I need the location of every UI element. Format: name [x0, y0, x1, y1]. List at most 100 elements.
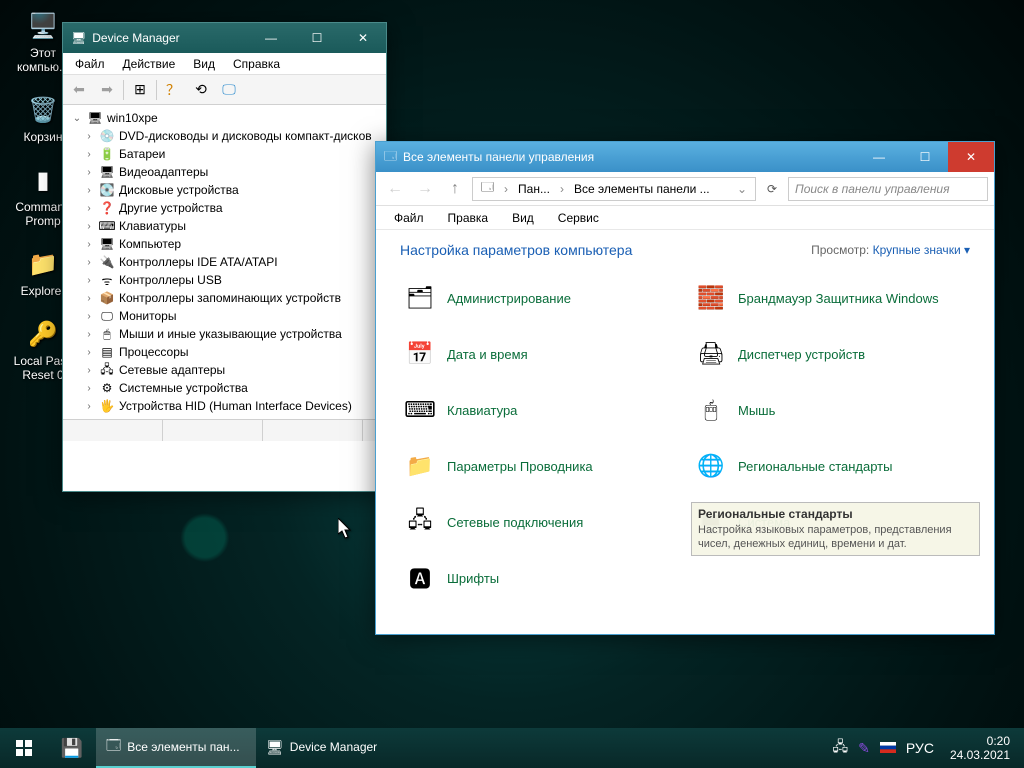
menu-Вид[interactable]: Вид: [502, 209, 544, 227]
minimize-button[interactable]: —: [856, 142, 902, 172]
tree-node[interactable]: ›🖧Сетевые адаптеры: [65, 361, 384, 379]
this-pc-icon: 🖥️: [25, 8, 61, 44]
close-button[interactable]: ✕: [340, 23, 386, 53]
tray-network-icon[interactable]: 🖧: [833, 736, 849, 760]
tree-node[interactable]: ›⌨Клавиатуры: [65, 217, 384, 235]
expand-icon[interactable]: ›: [83, 131, 95, 142]
menu-Действие[interactable]: Действие: [115, 55, 184, 73]
pinned-app[interactable]: 💾: [48, 728, 96, 768]
cp-item-fonts[interactable]: 🅰Шрифты: [400, 558, 679, 598]
expand-icon[interactable]: ›: [83, 167, 95, 178]
breadcrumb-part2[interactable]: Все элементы панели ...: [570, 182, 714, 196]
device-tree[interactable]: ⌄ 🖥 win10xpe › 💿 DVD-дисководы и дисководы…: [63, 105, 386, 419]
tree-node[interactable]: ›🖥Видеоадаптеры: [65, 163, 384, 181]
tray-flag-icon[interactable]: [880, 740, 896, 756]
cp-item-firewall[interactable]: 🧱Брандмауэр Защитника Windows: [691, 278, 970, 318]
tree-node[interactable]: ›🖐Устройства HID (Human Interface Device…: [65, 397, 384, 415]
device-category-icon: 🖐: [99, 398, 115, 414]
cp-icon: 🗔: [384, 147, 397, 168]
cp-titlebar[interactable]: 🗔 Все элементы панели управления — ☐ ✕: [376, 142, 994, 172]
breadcrumb[interactable]: 🗔› Пан...› Все элементы панели ... ⌄: [472, 177, 756, 201]
device-category-icon: 🖵: [99, 308, 115, 324]
expand-icon[interactable]: ›: [83, 149, 95, 160]
dm-titlebar[interactable]: 🖥 Device Manager — ☐ ✕: [63, 23, 386, 53]
cp-item-devmgr[interactable]: 🖨Диспетчер устройств: [691, 334, 970, 374]
tree-node[interactable]: ›🖵Мониторы: [65, 307, 384, 325]
menu-Правка[interactable]: Правка: [438, 209, 499, 227]
maximize-button[interactable]: ☐: [902, 142, 948, 172]
expand-icon[interactable]: ›: [83, 239, 95, 250]
menu-Вид[interactable]: Вид: [185, 55, 223, 73]
node-label: Контроллеры IDE ATA/ATAPI: [119, 255, 278, 269]
tree-node[interactable]: › 📦 Контроллеры запоминающих устройств: [65, 289, 384, 307]
scan-button[interactable]: ⟲: [189, 78, 213, 102]
menu-Файл[interactable]: Файл: [67, 55, 113, 73]
tree-node[interactable]: ›⚙Системные устройства: [65, 379, 384, 397]
chevron-down-icon[interactable]: ⌄: [733, 182, 751, 196]
cp-item-keyboard[interactable]: ⌨Клавиатура: [400, 390, 679, 430]
refresh-button[interactable]: ⟳: [760, 177, 784, 201]
start-button[interactable]: [0, 728, 48, 768]
menu-Файл[interactable]: Файл: [384, 209, 434, 227]
tree-node[interactable]: ›ᯤКонтроллеры USB: [65, 271, 384, 289]
expand-icon[interactable]: ›: [83, 383, 95, 394]
expand-icon[interactable]: ›: [83, 347, 95, 358]
cp-item-explorer-opts[interactable]: 📁Параметры Проводника: [400, 446, 679, 486]
cp-item-label: Клавиатура: [447, 403, 517, 418]
node-label: DVD-дисководы и дисководы компакт-дисков: [119, 129, 372, 143]
tree-node[interactable]: ›▤Процессоры: [65, 343, 384, 361]
tree-node[interactable]: › 💿 DVD-дисководы и дисководы компакт-диск…: [65, 127, 384, 145]
node-label: Контроллеры запоминающих устройств: [119, 291, 341, 305]
collapse-icon[interactable]: ⌄: [71, 113, 83, 124]
tree-node[interactable]: ›💽Дисковые устройства: [65, 181, 384, 199]
close-button[interactable]: ✕: [948, 142, 994, 172]
mouse-icon: 🖱: [694, 393, 728, 427]
maximize-button[interactable]: ☐: [294, 23, 340, 53]
search-input[interactable]: Поиск в панели управления: [788, 177, 988, 201]
breadcrumb-part1[interactable]: Пан...: [514, 182, 554, 196]
cp-item-admin[interactable]: 🗂Администрирование: [400, 278, 679, 318]
passreset-icon: 🔑: [25, 316, 61, 352]
taskbar-task-device-manager[interactable]: 🖥Device Manager: [256, 728, 416, 768]
tree-node[interactable]: ›❓Другие устройства: [65, 199, 384, 217]
view-selector[interactable]: Просмотр: Крупные значки ▾: [811, 243, 970, 257]
cp-item-network[interactable]: 🖧Сетевые подключения: [400, 502, 679, 542]
cp-item-datetime[interactable]: 📅Дата и время: [400, 334, 679, 374]
expand-icon[interactable]: ›: [83, 311, 95, 322]
expand-icon[interactable]: ›: [83, 293, 95, 304]
tree-node[interactable]: ›🔌Контроллеры IDE ATA/ATAPI: [65, 253, 384, 271]
tree-node[interactable]: ›🖱Мыши и иные указывающие устройства: [65, 325, 384, 343]
expand-icon[interactable]: ›: [83, 401, 95, 412]
expand-icon[interactable]: ›: [83, 275, 95, 286]
nav-up[interactable]: ↑: [442, 176, 468, 202]
taskbar-task-control-panel[interactable]: 🗔Все элементы пан...: [96, 728, 256, 768]
tray-clock[interactable]: 0:20 24.03.2021: [944, 734, 1016, 763]
tree-root[interactable]: ⌄ 🖥 win10xpe: [65, 109, 384, 127]
minimize-button[interactable]: —: [248, 23, 294, 53]
tree-node[interactable]: ›🖥Компьютер: [65, 235, 384, 253]
expand-icon[interactable]: ›: [83, 221, 95, 232]
expand-icon[interactable]: ›: [83, 365, 95, 376]
view-mode[interactable]: Крупные значки ▾: [873, 243, 970, 257]
help-button[interactable]: ？: [161, 78, 185, 102]
show-hidden-button[interactable]: ⊞: [128, 78, 152, 102]
expand-icon[interactable]: ›: [83, 185, 95, 196]
view-button[interactable]: 🖵: [217, 78, 241, 102]
cp-item-system[interactable]: 💻СистемаРегиональные стандартыНастройка …: [691, 502, 970, 542]
tray-language[interactable]: РУС: [906, 740, 934, 756]
tree-node[interactable]: ›🔋Батареи: [65, 145, 384, 163]
expand-icon[interactable]: ›: [83, 257, 95, 268]
cp-item-mouse[interactable]: 🖱Мышь: [691, 390, 970, 430]
device-category-icon: 💿: [99, 128, 115, 144]
device-category-icon: 📦: [99, 290, 115, 306]
expand-icon[interactable]: ›: [83, 203, 95, 214]
expand-icon[interactable]: ›: [83, 329, 95, 340]
fonts-icon: 🅰: [403, 561, 437, 595]
node-label: Другие устройства: [119, 201, 223, 215]
cp-item-region[interactable]: 🌐Региональные стандарты: [691, 446, 970, 486]
device-category-icon: ▤: [99, 344, 115, 360]
root-label: win10xpe: [107, 111, 158, 125]
menu-Справка[interactable]: Справка: [225, 55, 288, 73]
menu-Сервис[interactable]: Сервис: [548, 209, 609, 227]
tray-pen-icon[interactable]: ✎: [858, 740, 870, 757]
